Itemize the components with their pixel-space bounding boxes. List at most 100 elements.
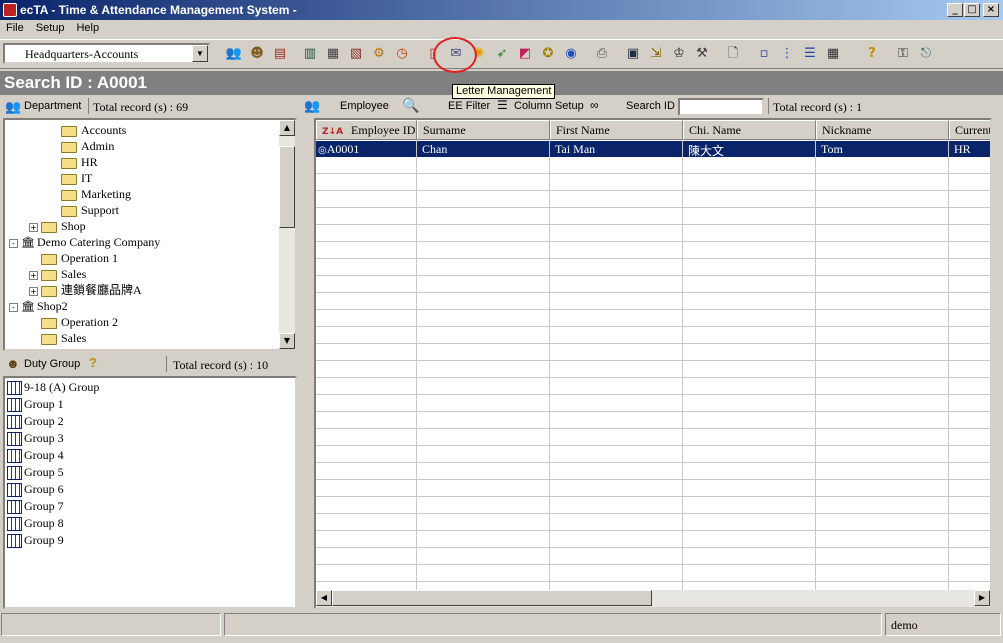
- menu-setup[interactable]: Setup: [30, 20, 71, 34]
- duty-group-item[interactable]: Group 8: [7, 515, 64, 532]
- tree-node[interactable]: Accounts: [49, 122, 126, 138]
- column-header[interactable]: Surname: [417, 120, 550, 140]
- monitor-icon[interactable]: ▣: [623, 44, 643, 64]
- chart-icon[interactable]: ◩: [515, 44, 535, 64]
- duty-group-item[interactable]: Group 1: [7, 396, 64, 413]
- award-icon[interactable]: ✪: [538, 44, 558, 64]
- tree-node[interactable]: + 連鎖餐廳品牌A: [29, 282, 142, 298]
- list-small-icon[interactable]: ▫: [754, 44, 774, 64]
- tree-node[interactable]: + Shop: [29, 218, 86, 234]
- tooltip: Letter Management: [452, 84, 556, 99]
- tree-node[interactable]: - 🏛 Shop2: [9, 298, 68, 314]
- duty-group-item[interactable]: Group 2: [7, 413, 64, 430]
- key-icon[interactable]: ⚿: [893, 44, 913, 64]
- duty-group-label: Group 4: [24, 448, 64, 462]
- column-header[interactable]: Current: [949, 120, 990, 140]
- duty-group-item[interactable]: Group 3: [7, 430, 64, 447]
- ee-filter-button[interactable]: EE Filter: [448, 100, 490, 112]
- chevron-down-icon[interactable]: ▼: [192, 45, 208, 62]
- scroll-right-icon[interactable]: ▶: [974, 590, 990, 606]
- tree-node[interactable]: Sales: [29, 330, 86, 346]
- duty-group-item[interactable]: Group 6: [7, 481, 64, 498]
- grid-hscrollbar[interactable]: ◀ ▶: [316, 590, 990, 607]
- collapse-icon[interactable]: -: [9, 238, 18, 248]
- scroll-left-icon[interactable]: ◀: [316, 590, 332, 606]
- calendar-icon: [7, 534, 22, 549]
- exit-icon[interactable]: ⎋: [916, 44, 936, 64]
- column-header-label: First Name: [556, 123, 610, 137]
- minimize-button[interactable]: _: [947, 3, 963, 17]
- tree-node-label: Support: [81, 203, 120, 217]
- tree-node[interactable]: Marketing: [49, 186, 131, 202]
- app-icon[interactable]: [3, 3, 17, 17]
- grid-icon[interactable]: ▦: [823, 44, 843, 64]
- help-icon[interactable]: ?: [862, 44, 882, 64]
- collapse-icon[interactable]: -: [9, 302, 18, 312]
- gear-icon[interactable]: ⚙: [369, 44, 389, 64]
- table-row[interactable]: ◎A0001 Chan Tai Man 陳大文 Tom HR: [316, 141, 990, 157]
- search-icon[interactable]: 🔍: [402, 97, 419, 114]
- group-icon[interactable]: 👥: [224, 44, 244, 64]
- tree-node[interactable]: - 🏛 Demo Catering Company: [9, 234, 160, 250]
- column-header[interactable]: First Name: [550, 120, 683, 140]
- folder-icon: [41, 269, 57, 281]
- tree-node[interactable]: + Sales: [29, 266, 86, 282]
- duty-group-item[interactable]: Group 4: [7, 447, 64, 464]
- person-icon[interactable]: ☻: [247, 44, 267, 64]
- tree-scrollbar[interactable]: ▲ ▼: [279, 120, 295, 349]
- duty-group-item[interactable]: Group 7: [7, 498, 64, 515]
- maximize-button[interactable]: □: [964, 3, 980, 17]
- tree-node[interactable]: Operation 1: [29, 250, 118, 266]
- column-header[interactable]: Nickname: [816, 120, 949, 140]
- table-cell-text: Chan: [422, 142, 448, 156]
- expand-icon[interactable]: +: [29, 222, 38, 232]
- clock-icon[interactable]: ◷: [392, 44, 412, 64]
- runner-icon[interactable]: ➶: [492, 44, 512, 64]
- globe-icon[interactable]: ◉: [561, 44, 581, 64]
- hscroll-thumb[interactable]: [332, 590, 652, 606]
- expand-icon[interactable]: +: [29, 286, 38, 296]
- duty-group-item[interactable]: 9-18 (A) Group: [7, 379, 99, 396]
- list-detail-icon[interactable]: ☰: [800, 44, 820, 64]
- report-icon[interactable]: ▦: [323, 44, 343, 64]
- sort-icon[interactable]: Z↓A: [322, 127, 343, 137]
- close-button[interactable]: ×: [983, 3, 999, 17]
- duty-group-item[interactable]: Group 9: [7, 532, 64, 549]
- help-icon[interactable]: ?: [89, 355, 97, 370]
- tree-node[interactable]: Admin: [49, 138, 114, 154]
- column-header[interactable]: Chi. Name: [683, 120, 816, 140]
- shop-icon[interactable]: ▤: [270, 44, 290, 64]
- scroll-thumb[interactable]: [279, 146, 295, 228]
- expand-icon[interactable]: +: [29, 270, 38, 280]
- org-icon[interactable]: ♔: [669, 44, 689, 64]
- tree-node[interactable]: Support: [49, 202, 119, 218]
- tree-node[interactable]: IT: [49, 170, 92, 186]
- tree-node-label: Marketing: [81, 187, 131, 201]
- tools-icon[interactable]: ⚒: [692, 44, 712, 64]
- calendar-icon[interactable]: ▧: [346, 44, 366, 64]
- highlight-circle: [433, 37, 477, 73]
- table-cell: Tom: [816, 141, 949, 157]
- menu-file[interactable]: File: [0, 20, 30, 34]
- menu-help[interactable]: Help: [70, 20, 105, 34]
- list-tree-icon[interactable]: ⋮: [777, 44, 797, 64]
- duty-group-label: Group 7: [24, 499, 64, 513]
- tree-node[interactable]: HR: [49, 154, 98, 170]
- scroll-up-icon[interactable]: ▲: [279, 120, 295, 136]
- search-id-input[interactable]: [678, 98, 764, 116]
- scroll-down-icon[interactable]: ▼: [279, 333, 295, 349]
- book-icon[interactable]: ▥: [300, 44, 320, 64]
- printer-icon[interactable]: ⎙: [592, 44, 612, 64]
- import-icon[interactable]: ⇲: [646, 44, 666, 64]
- tree-node[interactable]: Operation 2: [29, 314, 118, 330]
- duty-group-item[interactable]: Group 5: [7, 464, 64, 481]
- tree-node-label: Demo Catering Company: [37, 235, 161, 249]
- duty-group-label: Group 6: [24, 482, 64, 496]
- column-setup-button[interactable]: Column Setup: [514, 100, 584, 112]
- calendar-icon: [7, 449, 22, 464]
- document-icon[interactable]: 🗋: [723, 44, 743, 64]
- column-header[interactable]: Z↓A Employee ID: [316, 120, 417, 140]
- duty-group-label: Duty Group: [24, 358, 81, 370]
- status-pane-2: [224, 613, 882, 636]
- company-select[interactable]: Headquarters-Accounts ▼: [3, 43, 210, 64]
